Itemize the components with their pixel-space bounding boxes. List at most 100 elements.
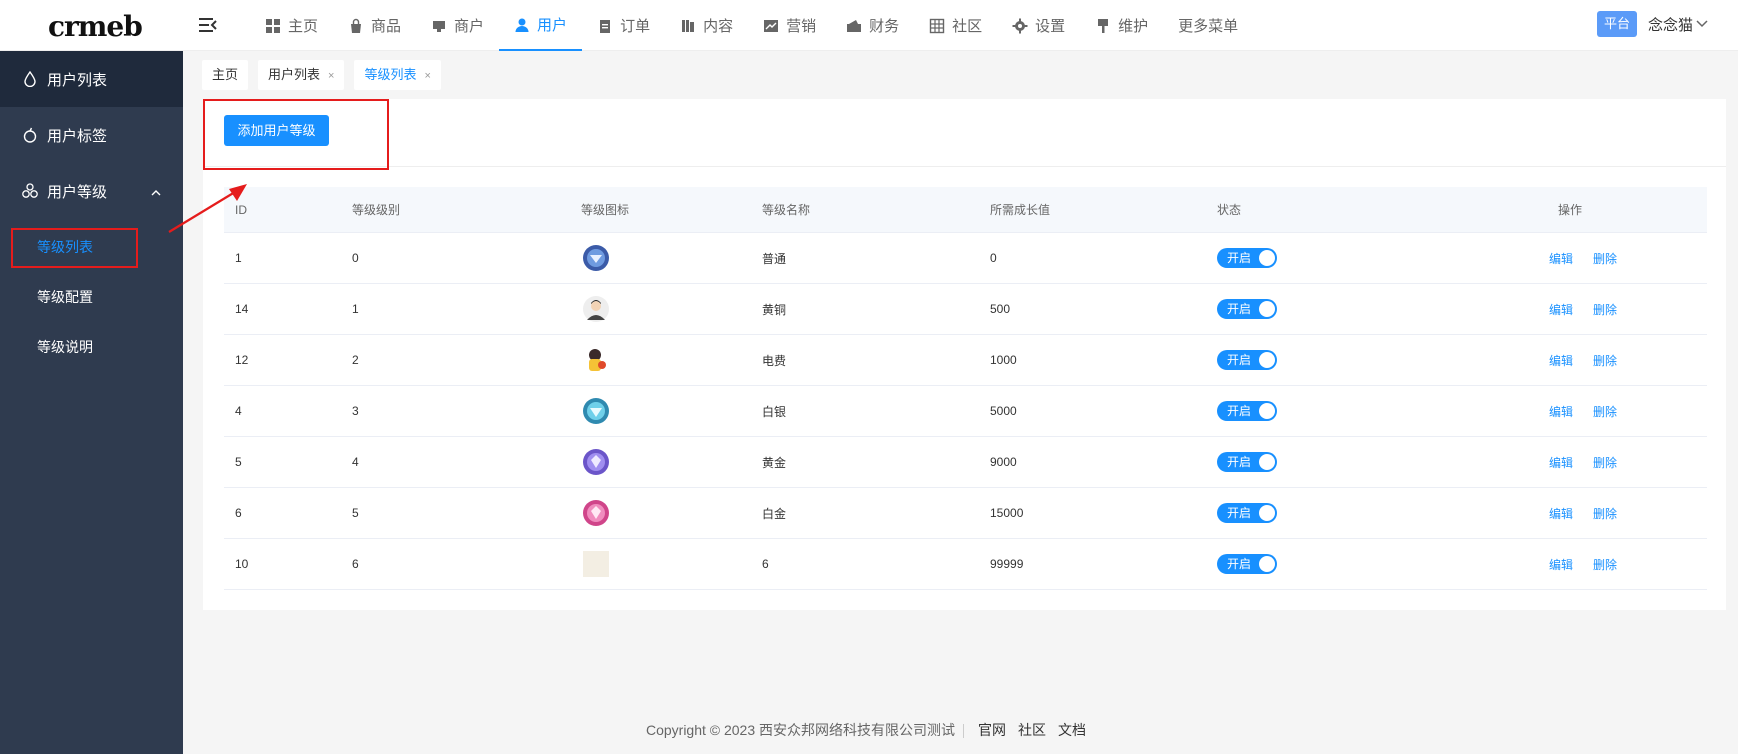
delete-link[interactable]: 删除: [1593, 335, 1617, 385]
switch-label: 开启: [1227, 302, 1252, 316]
tab-user-list[interactable]: 用户列表 ×: [258, 60, 345, 90]
switch-knob: [1259, 403, 1275, 419]
nav-item-label: 主页: [288, 18, 319, 35]
cell-level-icon: [581, 335, 611, 385]
switch-label: 开启: [1227, 506, 1252, 520]
edit-link[interactable]: 编辑: [1549, 539, 1573, 589]
card-toolbar: 添加用户等级: [203, 99, 1726, 167]
table-row: 6 5 白金 15000 开启 编辑 删除: [224, 488, 1707, 539]
nav-item[interactable]: 主页: [250, 0, 333, 51]
footer-link-website[interactable]: 官网: [978, 722, 1006, 738]
status-switch[interactable]: 开启: [1217, 554, 1277, 574]
status-switch[interactable]: 开启: [1217, 350, 1277, 370]
edit-link[interactable]: 编辑: [1549, 335, 1573, 385]
purple-diamond-icon: [581, 447, 611, 477]
table-header: ID 等级级别 等级图标 等级名称 所需成长值 状态 操作: [224, 187, 1707, 233]
edit-link[interactable]: 编辑: [1549, 386, 1573, 436]
status-switch[interactable]: 开启: [1217, 401, 1277, 421]
sidebar-subitem-level-description[interactable]: 等级说明: [0, 325, 183, 369]
table-row: 10 6 6 99999 开启 编辑 删除: [224, 539, 1707, 590]
tab-label: 用户列表: [268, 67, 321, 82]
cell-level-name: 白银: [762, 404, 787, 419]
pink-diamond-icon: [581, 498, 611, 528]
nav-item[interactable]: 设置: [997, 0, 1080, 51]
tab-level-list[interactable]: 等级列表 ×: [354, 60, 441, 90]
delete-link[interactable]: 删除: [1593, 539, 1617, 589]
sidebar-subitem-level-config[interactable]: 等级配置: [0, 275, 183, 319]
edit-link[interactable]: 编辑: [1549, 233, 1573, 283]
nav-item-label: 营销: [786, 18, 817, 35]
sidebar-item-user-list[interactable]: 用户列表: [0, 51, 183, 107]
delete-link[interactable]: 删除: [1593, 488, 1617, 538]
delete-link[interactable]: 删除: [1593, 284, 1617, 334]
nav-item-label: 用户: [537, 17, 568, 34]
delete-link[interactable]: 删除: [1593, 437, 1617, 487]
nav-item[interactable]: 社区: [914, 0, 997, 51]
switch-knob: [1259, 250, 1275, 266]
nav-item[interactable]: 订单: [582, 0, 665, 51]
cell-status: 开启: [1217, 335, 1277, 385]
tab-label: 主页: [212, 67, 239, 82]
nav-item[interactable]: 更多菜单: [1163, 0, 1253, 51]
status-switch[interactable]: 开启: [1217, 299, 1277, 319]
menu-fold-icon[interactable]: [198, 15, 218, 35]
nav-item[interactable]: 商品: [333, 0, 416, 51]
nav-item-label: 财务: [869, 18, 900, 35]
switch-label: 开启: [1227, 557, 1252, 571]
edit-link[interactable]: 编辑: [1549, 284, 1573, 334]
nav-item-label: 商户: [454, 18, 485, 35]
main-nav: 主页 商品 商户 用户 订单 内容 营销 财务 社区 设置 维护 更多菜单: [250, 0, 1253, 51]
table-row: 4 3 白银 5000 开启 编辑 删除: [224, 386, 1707, 437]
cell-level-name: 普通: [762, 251, 787, 266]
nav-item[interactable]: 商户: [416, 0, 499, 51]
cell-level-name: 电费: [762, 353, 787, 368]
cell-growth: 1000: [990, 353, 1017, 367]
edit-link[interactable]: 编辑: [1549, 437, 1573, 487]
copyright-text: Copyright © 2023 西安众邦网络科技有限公司测试: [645, 722, 956, 738]
cell-level: 3: [352, 404, 359, 418]
cell-level-icon: [581, 284, 611, 334]
sidebar: 用户列表 用户标签 用户等级 等级列表 等级配置 等级说明: [0, 51, 183, 754]
nav-item[interactable]: 营销: [748, 0, 831, 51]
table-body: 1 0 普通 0 开启 编辑 删除 14 1 黄铜 500 开启 编辑 删除 12 2 电费 1000 开启 编辑 删除…: [224, 233, 1707, 590]
logo[interactable]: crmeb: [48, 10, 143, 43]
close-icon[interactable]: ×: [424, 70, 430, 82]
table-row: 1 0 普通 0 开启 编辑 删除: [224, 233, 1707, 284]
chevron-up-icon[interactable]: [150, 187, 162, 199]
status-switch[interactable]: 开启: [1217, 248, 1277, 268]
switch-label: 开启: [1227, 404, 1252, 418]
nav-item[interactable]: 维护: [1080, 0, 1163, 51]
nav-item-label: 社区: [952, 18, 983, 35]
level-table: ID 等级级别 等级图标 等级名称 所需成长值 状态 操作 1 0 普通 0 开启 编辑删…: [224, 187, 1707, 590]
cyan-diamond-icon: [581, 396, 611, 426]
nav-item[interactable]: 内容: [665, 0, 748, 51]
status-switch[interactable]: 开启: [1217, 503, 1277, 523]
user-name[interactable]: 念念猫: [1648, 14, 1693, 35]
footer-link-docs[interactable]: 文档: [1058, 722, 1086, 738]
cell-id: 10: [235, 557, 249, 571]
bag-icon: [348, 18, 364, 34]
cell-level-icon: [581, 386, 611, 436]
status-switch[interactable]: 开启: [1217, 452, 1277, 472]
column-header-icon: 等级图标: [581, 203, 630, 217]
delete-link[interactable]: 删除: [1593, 386, 1617, 436]
footer-link-community[interactable]: 社区: [1018, 722, 1046, 738]
column-header-growth: 所需成长值: [990, 203, 1051, 217]
tab-home[interactable]: 主页: [202, 60, 249, 90]
bicycle-icon: [22, 183, 38, 199]
edit-link[interactable]: 编辑: [1549, 488, 1573, 538]
cell-level: 5: [352, 506, 359, 520]
nav-item[interactable]: 财务: [831, 0, 914, 51]
delete-link[interactable]: 删除: [1593, 233, 1617, 283]
platform-badge[interactable]: 平台: [1597, 11, 1637, 37]
cell-status: 开启: [1217, 488, 1277, 538]
nav-item[interactable]: 用户: [499, 0, 583, 51]
footer: Copyright © 2023 西安众邦网络科技有限公司测试 官网 社区 文档: [0, 720, 1738, 740]
cell-level-icon: [581, 437, 611, 487]
sidebar-item-user-tags[interactable]: 用户标签: [0, 107, 183, 163]
top-bar: crmeb 主页 商品 商户 用户 订单 内容 营销 财务 社区 设置 维护 更多菜单 平台 念念猫: [0, 0, 1738, 51]
close-icon[interactable]: ×: [328, 70, 334, 82]
table-row: 14 1 黄铜 500 开启 编辑 删除: [224, 284, 1707, 335]
page-tabs: 主页 用户列表 × 等级列表 ×: [202, 60, 451, 90]
chevron-down-icon[interactable]: [1696, 17, 1708, 29]
